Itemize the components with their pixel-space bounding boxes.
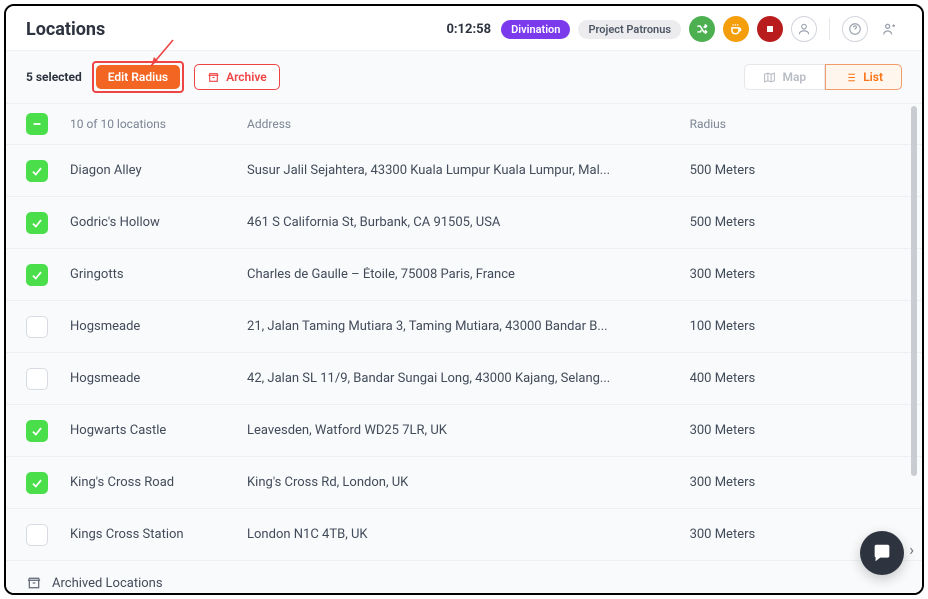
location-address: 42, Jalan SL 11/9, Bandar Sungai Long, 4… <box>247 371 690 386</box>
row-checkbox[interactable] <box>26 316 48 338</box>
row-checkbox[interactable] <box>26 420 48 442</box>
list-toggle[interactable]: List <box>825 64 902 90</box>
chat-button[interactable] <box>860 531 904 575</box>
location-name[interactable]: Kings Cross Station <box>70 527 247 542</box>
table-row: Hogwarts CastleLeavesden, Watford WD25 7… <box>6 404 922 456</box>
table-row: Hogsmeade42, Jalan SL 11/9, Bandar Sunga… <box>6 352 922 404</box>
scrollbar[interactable] <box>911 106 917 476</box>
location-radius: 300 Meters <box>690 475 902 490</box>
table-row: Kings Cross StationLondon N1C 4TB, UK300… <box>6 508 922 560</box>
locations-table: 10 of 10 locations Address Radius Diagon… <box>6 104 922 595</box>
chevron-right-icon: › <box>909 540 914 559</box>
list-icon <box>844 71 857 84</box>
location-name[interactable]: Hogwarts Castle <box>70 423 247 438</box>
pill-divination[interactable]: Divination <box>501 20 570 39</box>
col-address: Address <box>247 117 690 131</box>
shuffle-icon[interactable] <box>689 16 715 42</box>
location-radius: 400 Meters <box>690 371 902 386</box>
location-radius: 500 Meters <box>690 215 902 230</box>
divider <box>829 18 830 40</box>
select-all-checkbox[interactable] <box>26 113 48 135</box>
row-checkbox[interactable] <box>26 524 48 546</box>
location-address: 461 S California St, Burbank, CA 91505, … <box>247 215 690 230</box>
archive-label: Archive <box>226 70 267 84</box>
list-label: List <box>863 70 883 84</box>
table-header: 10 of 10 locations Address Radius <box>6 104 922 144</box>
location-address: Charles de Gaulle – Étoile, 75008 Paris,… <box>247 267 690 282</box>
view-toggle: Map List <box>744 64 902 90</box>
coffee-icon[interactable] <box>723 16 749 42</box>
row-checkbox[interactable] <box>26 212 48 234</box>
header: Locations 0:12:58 Divination Project Pat… <box>6 6 922 50</box>
archive-icon <box>207 71 220 84</box>
row-checkbox[interactable] <box>26 368 48 390</box>
location-radius: 300 Meters <box>690 423 902 438</box>
archived-label: Archived Locations <box>52 576 163 591</box>
row-checkbox[interactable] <box>26 160 48 182</box>
chat-icon <box>871 542 893 564</box>
table-row: Hogsmeade21, Jalan Taming Mutiara 3, Tam… <box>6 300 922 352</box>
archived-locations-row[interactable]: Archived Locations <box>6 560 922 595</box>
timer: 0:12:58 <box>446 22 491 37</box>
col-name: 10 of 10 locations <box>70 117 247 131</box>
table-row: GringottsCharles de Gaulle – Étoile, 750… <box>6 248 922 300</box>
archive-icon <box>26 575 42 591</box>
map-label: Map <box>782 70 806 84</box>
row-checkbox[interactable] <box>26 264 48 286</box>
location-radius: 300 Meters <box>690 267 902 282</box>
help-icon[interactable] <box>842 16 868 42</box>
table-row: King's Cross RoadKing's Cross Rd, London… <box>6 456 922 508</box>
row-checkbox[interactable] <box>26 472 48 494</box>
location-address: London N1C 4TB, UK <box>247 527 690 542</box>
pill-project[interactable]: Project Patronus <box>578 20 681 39</box>
map-toggle[interactable]: Map <box>744 64 825 90</box>
location-name[interactable]: King's Cross Road <box>70 475 247 490</box>
location-name[interactable]: Diagon Alley <box>70 163 247 178</box>
person-add-icon[interactable] <box>876 16 902 42</box>
location-address: 21, Jalan Taming Mutiara 3, Taming Mutia… <box>247 319 690 334</box>
col-radius: Radius <box>690 117 902 131</box>
location-name[interactable]: Godric's Hollow <box>70 215 247 230</box>
table-row: Godric's Hollow461 S California St, Burb… <box>6 196 922 248</box>
highlight-annotation: Edit Radius <box>92 61 184 93</box>
selected-count: 5 selected <box>26 70 82 84</box>
location-name[interactable]: Gringotts <box>70 267 247 282</box>
stop-icon[interactable] <box>757 16 783 42</box>
table-row: Diagon AlleySusur Jalil Sejahtera, 43300… <box>6 144 922 196</box>
location-name[interactable]: Hogsmeade <box>70 371 247 386</box>
toolbar: 5 selected Edit Radius Archive Map List <box>6 50 922 104</box>
location-address: Leavesden, Watford WD25 7LR, UK <box>247 423 690 438</box>
location-address: King's Cross Rd, London, UK <box>247 475 690 490</box>
location-radius: 100 Meters <box>690 319 902 334</box>
user-icon[interactable] <box>791 16 817 42</box>
edit-radius-button[interactable]: Edit Radius <box>96 65 180 89</box>
map-icon <box>763 71 776 84</box>
page-title: Locations <box>26 19 105 40</box>
archive-button[interactable]: Archive <box>194 64 280 90</box>
location-address: Susur Jalil Sejahtera, 43300 Kuala Lumpu… <box>247 163 690 178</box>
location-name[interactable]: Hogsmeade <box>70 319 247 334</box>
location-radius: 500 Meters <box>690 163 902 178</box>
